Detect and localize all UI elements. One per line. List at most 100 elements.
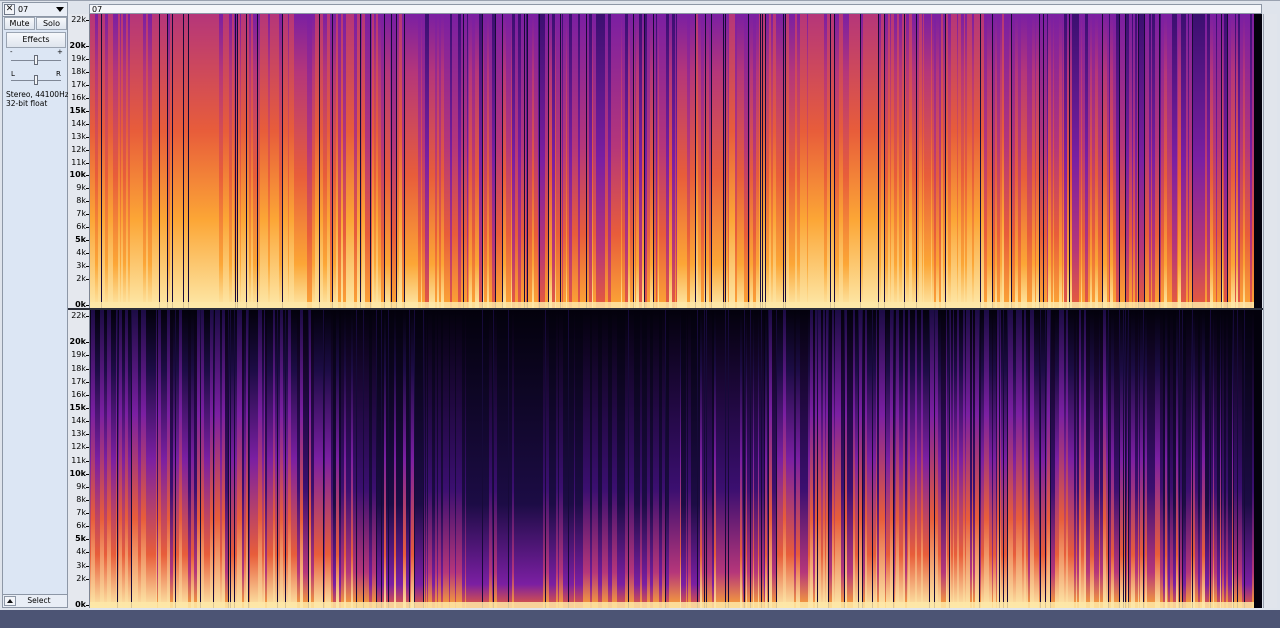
spectrogram-column [348,310,349,608]
spectrogram-column [662,310,665,608]
collapse-track-button[interactable] [4,596,16,606]
spectrogram-column [1077,310,1079,608]
spectrogram-gap [172,14,173,308]
spectrogram-gap [230,310,231,608]
spectrogram-column [158,310,159,608]
spectrogram-column [1068,310,1071,608]
mute-button[interactable]: Mute [4,17,35,30]
spectrogram-column [1236,14,1238,308]
clip-title-bar[interactable]: 07 [89,4,1262,14]
spectrogram-column [297,310,300,608]
spectrogram-column [321,310,323,608]
spectrogram-gap [1039,14,1040,308]
spectrogram-column [247,14,248,308]
spectrogram-column [873,310,876,608]
frequency-ruler-left-channel[interactable]: 22k 20k 19k 18k 17k 16k 15k 14k 13k 12k 11k 10k 9k 8k… [68,14,90,309]
track-name-label[interactable]: 07 [18,3,28,16]
spectrogram-column [394,310,396,608]
spectrogram-gap [101,14,102,308]
gain-slider-thumb[interactable] [34,55,38,65]
spectrogram-column [113,310,116,608]
spectrogram-column [572,14,575,308]
spectrogram-column [755,310,758,608]
track-format-label: Stereo, 44100Hz [6,90,69,99]
spectrogram-column [218,310,220,608]
spectrogram-column [829,310,832,608]
spectrogram-gap [862,310,863,608]
spectrogram-column [376,14,378,308]
spectrogram-right-channel[interactable] [90,310,1262,608]
spectrogram-column [696,14,698,308]
ruler-tick-mark [86,565,89,567]
spectrogram-column [491,310,492,608]
spectrogram-gap [493,310,494,608]
spectrogram-column [128,310,131,608]
spectrogram-column [589,310,590,608]
spectrogram-column [525,14,526,308]
spectrogram-column [415,14,418,308]
spectrogram-column [895,310,896,608]
solo-button[interactable]: Solo [36,17,67,30]
gain-slider[interactable] [9,54,63,66]
spectrogram-gap [508,310,509,608]
spectrogram-column [324,14,327,308]
spectrogram-column [512,310,514,608]
spectrogram-column [772,310,773,608]
pan-slider-thumb[interactable] [34,75,38,85]
spectrogram-column [453,14,456,308]
spectrogram-column [1062,14,1063,308]
spectrogram-column [1106,310,1108,608]
spectrogram-column [428,14,429,308]
pan-slider[interactable] [9,74,63,86]
spectrogram-column [211,310,213,608]
spectrogram-column [1024,310,1026,608]
spectrogram-column [673,310,674,608]
spectrogram-gap [502,14,503,308]
spectrogram-gap [878,14,879,308]
spectrogram-column [710,310,712,608]
spectrogram-column [712,14,715,308]
spectrogram-column [946,310,947,608]
spectrogram-column [875,14,878,308]
spectrogram-column [258,14,260,308]
spectrogram-column [516,310,517,608]
spectrogram-column [523,310,526,608]
frequency-ruler-right-channel[interactable]: 22k 20k 19k 18k 17k 16k 15k 14k 13k 12k 11k 10k 9k 8k… [68,310,90,609]
spectrogram-column [294,14,297,308]
spectrogram-column [786,310,788,608]
effects-button[interactable]: Effects [6,32,66,48]
spectrogram-column [201,310,202,608]
spectrogram-column [123,14,126,308]
spectrogram-column [1213,310,1214,608]
spectrogram-gap [356,310,357,608]
spectrogram-column [309,310,311,608]
track-menu-dropdown-icon[interactable] [56,7,64,12]
ruler-tick-mark [86,201,89,203]
select-track-button[interactable]: Select [19,596,59,606]
spectrogram-column [639,310,640,608]
spectrogram-column [764,310,765,608]
spectrogram-column [1186,310,1188,608]
spectrogram-column [468,14,469,308]
spectrogram-column [1129,310,1130,608]
spectrogram-gap [545,310,546,608]
spectrogram-column [1132,310,1135,608]
spectrogram-column [1160,310,1163,608]
spectrogram-column [119,310,122,608]
ruler-tick-mark [86,45,89,47]
spectrogram-column [1072,14,1075,308]
spectrogram-column [771,14,773,308]
spectrogram-column [256,310,258,608]
spectrogram-column [262,310,264,608]
spectrogram-column [179,14,180,308]
spectrogram-column [102,310,103,608]
ruler-tick-mark [86,84,89,86]
spectrogram-column [587,14,589,308]
spectrogram-left-channel[interactable] [90,14,1262,308]
vertical-scrollbar[interactable] [1263,14,1277,608]
spectrogram-gap [992,14,993,308]
spectrogram-column [756,14,759,308]
close-track-button[interactable]: ✕ [4,4,15,15]
spectrogram-column [203,14,206,308]
spectrogram-end [1254,310,1262,608]
